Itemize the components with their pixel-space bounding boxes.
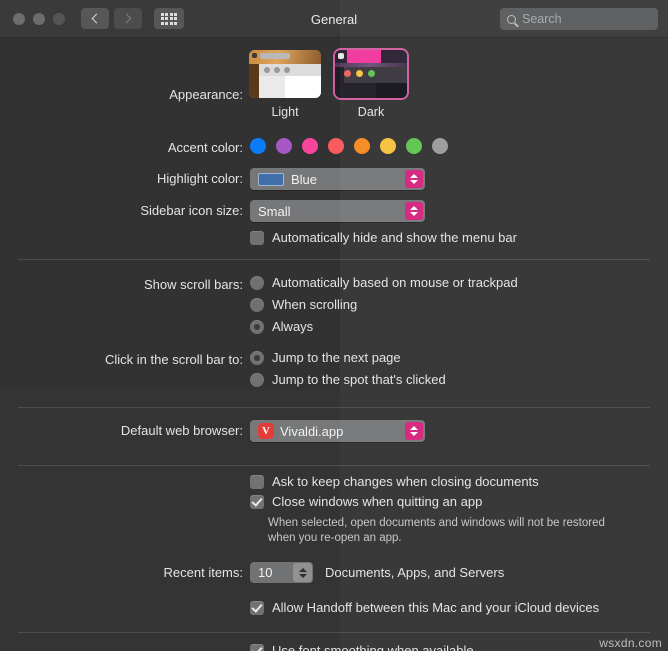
accent-swatch-blue[interactable] bbox=[250, 138, 266, 154]
window-titlebar: General Search bbox=[0, 0, 668, 38]
system-preferences-window: General Search Appearance: Light Dark Ac… bbox=[0, 0, 668, 651]
highlight-color-value: Blue bbox=[291, 171, 318, 187]
vivaldi-icon: V bbox=[258, 423, 274, 439]
accent-swatch-yellow[interactable] bbox=[380, 138, 396, 154]
chevron-updown-icon bbox=[405, 422, 423, 440]
traffic-lights bbox=[13, 12, 65, 25]
search-placeholder: Search bbox=[522, 12, 562, 26]
checkbox-icon-checked bbox=[250, 644, 264, 651]
accent-color-label: Accent color: bbox=[167, 140, 243, 155]
scroll-bar-click-option-spot-clicked[interactable]: Jump to the spot that's clicked bbox=[250, 372, 446, 387]
search-field[interactable]: Search bbox=[500, 8, 658, 30]
show-scroll-bars-label: Show scroll bars: bbox=[144, 277, 243, 292]
scroll-bars-option-always[interactable]: Always bbox=[250, 319, 313, 334]
watermark: wsxdn.com bbox=[599, 636, 662, 650]
close-windows-help-line1: When selected, open documents and window… bbox=[268, 517, 605, 529]
appearance-label-dark: Dark bbox=[357, 105, 385, 119]
scroll-bar-click-option-next-page[interactable]: Jump to the next page bbox=[250, 350, 401, 365]
default-web-browser-value: Vivaldi.app bbox=[280, 423, 344, 439]
recent-items-suffix: Documents, Apps, and Servers bbox=[325, 565, 505, 580]
close-button-icon[interactable] bbox=[13, 12, 25, 25]
recent-items-value: 10 bbox=[258, 565, 273, 580]
divider bbox=[18, 407, 650, 408]
ask-keep-changes-label: Ask to keep changes when closing documen… bbox=[272, 474, 539, 489]
scroll-bar-click-spot-label: Jump to the spot that's clicked bbox=[272, 372, 446, 387]
chevron-updown-icon bbox=[405, 202, 423, 220]
sidebar-icon-size-popup[interactable]: Small bbox=[250, 200, 425, 222]
chevron-updown-icon bbox=[405, 170, 423, 188]
accent-swatch-pink[interactable] bbox=[302, 138, 318, 154]
accent-swatch-red[interactable] bbox=[328, 138, 344, 154]
radio-icon-selected bbox=[250, 319, 264, 334]
divider bbox=[18, 259, 650, 260]
appearance-label: Appearance: bbox=[169, 87, 243, 102]
accent-swatch-green[interactable] bbox=[406, 138, 422, 154]
sidebar-icon-size-label: Sidebar icon size: bbox=[140, 203, 243, 218]
radio-icon bbox=[250, 297, 264, 312]
checkbox-icon bbox=[250, 475, 264, 489]
default-web-browser-label: Default web browser: bbox=[120, 423, 243, 438]
appearance-label-light: Light bbox=[271, 105, 299, 119]
forward-button[interactable] bbox=[114, 8, 142, 29]
scroll-bars-option-auto-label: Automatically based on mouse or trackpad bbox=[272, 275, 518, 290]
radio-icon bbox=[250, 372, 264, 387]
radio-icon bbox=[250, 275, 264, 290]
close-windows-label: Close windows when quitting an app bbox=[272, 494, 483, 509]
back-button[interactable] bbox=[81, 8, 109, 29]
auto-hide-menu-bar-checkbox[interactable]: Automatically hide and show the menu bar bbox=[250, 230, 517, 245]
search-icon bbox=[507, 14, 516, 24]
close-windows-checkbox[interactable]: Close windows when quitting an app bbox=[250, 494, 482, 509]
radio-icon-selected bbox=[250, 350, 264, 365]
scroll-bar-click-label: Click in the scroll bar to: bbox=[105, 352, 243, 367]
sidebar-icon-size-value: Small bbox=[258, 203, 291, 219]
highlight-color-chip bbox=[258, 172, 284, 186]
appearance-option-dark[interactable] bbox=[333, 48, 409, 100]
divider bbox=[18, 465, 650, 466]
recent-items-label: Recent items: bbox=[163, 565, 243, 580]
handoff-checkbox[interactable]: Allow Handoff between this Mac and your … bbox=[250, 600, 599, 615]
default-web-browser-popup[interactable]: V Vivaldi.app bbox=[250, 420, 425, 442]
zoom-button-icon[interactable] bbox=[53, 12, 65, 25]
auto-hide-menu-bar-label: Automatically hide and show the menu bar bbox=[272, 230, 517, 245]
accent-swatch-orange[interactable] bbox=[354, 138, 370, 154]
grid-icon bbox=[160, 12, 178, 25]
stepper-updown-icon[interactable] bbox=[293, 563, 312, 582]
scroll-bars-option-when-scrolling[interactable]: When scrolling bbox=[250, 297, 357, 312]
scroll-bars-option-auto[interactable]: Automatically based on mouse or trackpad bbox=[250, 275, 518, 290]
close-windows-help-line2: when you re-open an app. bbox=[268, 532, 402, 544]
navigation-buttons bbox=[81, 8, 142, 29]
chevron-left-icon bbox=[91, 13, 102, 24]
checkbox-icon-checked bbox=[250, 495, 264, 509]
appearance-option-light[interactable] bbox=[249, 50, 321, 98]
accent-swatch-purple[interactable] bbox=[276, 138, 292, 154]
preferences-content: Appearance: Light Dark Accent color: Hig… bbox=[0, 38, 668, 651]
scroll-bars-option-when-scrolling-label: When scrolling bbox=[272, 297, 358, 312]
highlight-color-popup[interactable]: Blue bbox=[250, 168, 425, 190]
accent-swatch-graphite[interactable] bbox=[432, 138, 448, 154]
scroll-bars-option-always-label: Always bbox=[272, 319, 314, 334]
divider bbox=[18, 632, 650, 633]
checkbox-icon bbox=[250, 231, 264, 245]
checkbox-icon-checked bbox=[250, 601, 264, 615]
minimize-button-icon[interactable] bbox=[33, 12, 45, 25]
accent-color-swatches bbox=[250, 138, 448, 154]
highlight-color-label: Highlight color: bbox=[157, 171, 243, 186]
scroll-bar-click-next-page-label: Jump to the next page bbox=[272, 350, 401, 365]
font-smoothing-checkbox[interactable]: Use font smoothing when available bbox=[250, 643, 474, 651]
ask-keep-changes-checkbox[interactable]: Ask to keep changes when closing documen… bbox=[250, 474, 539, 489]
show-all-button[interactable] bbox=[154, 8, 184, 29]
handoff-label: Allow Handoff between this Mac and your … bbox=[272, 600, 600, 615]
chevron-right-icon bbox=[121, 13, 132, 24]
recent-items-stepper[interactable]: 10 bbox=[250, 562, 313, 583]
font-smoothing-label: Use font smoothing when available bbox=[272, 643, 474, 651]
